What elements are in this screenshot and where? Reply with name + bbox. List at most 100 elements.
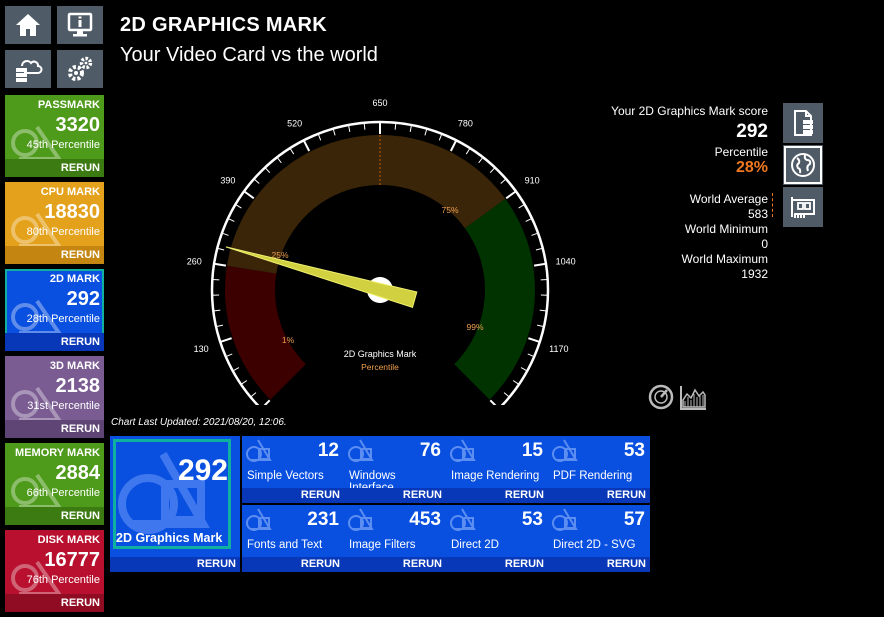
gauge-tick xyxy=(232,367,240,372)
tile-percentile: 76th Percentile xyxy=(26,574,100,586)
gauge-tick xyxy=(531,232,539,236)
shapes-icon xyxy=(246,508,272,531)
gauge-band xyxy=(226,134,506,274)
gauge-tick xyxy=(438,133,443,141)
home-button[interactable] xyxy=(5,6,51,44)
subtest-rerun-button[interactable]: RERUN xyxy=(548,488,650,503)
world-compare-button[interactable] xyxy=(783,145,823,185)
gauge-tick xyxy=(478,156,484,164)
tile-percentile: 45th Percentile xyxy=(26,139,100,151)
globe-icon xyxy=(791,153,815,177)
subtest-rerun-button[interactable]: RERUN xyxy=(344,488,446,503)
subtest-value: 76 xyxy=(419,440,441,461)
area-chart-view-button[interactable] xyxy=(679,383,707,411)
subtest-rerun-button[interactable]: RERUN xyxy=(344,557,446,572)
system-info-icon xyxy=(67,12,93,37)
video-card-icon xyxy=(791,197,815,218)
page-subtitle: Your Video Card vs the world xyxy=(120,44,378,66)
world-minimum-label: World Minimum xyxy=(684,222,768,236)
tile-title: 2D MARK xyxy=(49,273,100,285)
subtest-tile[interactable]: 12 Simple Vectors RERUN xyxy=(242,436,344,503)
tile-rerun-button[interactable]: RERUN xyxy=(5,507,104,525)
subtest-value: 53 xyxy=(623,440,645,461)
tile-rerun-button[interactable]: RERUN xyxy=(5,246,104,264)
world-average-value: 583 xyxy=(747,207,768,221)
tile-value: 3320 xyxy=(55,114,101,136)
subtest-tile[interactable]: 15 Image Rendering RERUN xyxy=(446,436,548,503)
shapes-icon xyxy=(552,508,578,531)
tile-title: MEMORY MARK xyxy=(15,447,100,459)
gauge-tick xyxy=(263,399,271,405)
system-info-button[interactable] xyxy=(57,6,103,44)
subtest-rerun-button[interactable]: RERUN xyxy=(242,488,344,503)
gauge-percentile-label: 1% xyxy=(282,335,295,345)
gauge-tick xyxy=(527,353,535,358)
subtest-value: 53 xyxy=(521,509,543,530)
subtest-rerun-button[interactable]: RERUN xyxy=(242,557,344,572)
tile-title: DISK MARK xyxy=(37,534,100,546)
percentile-label: Percentile xyxy=(714,145,768,159)
subtest-rerun-button[interactable]: RERUN xyxy=(446,557,548,572)
tile-disk-mark[interactable]: DISK MARK 16777 76th Percentile RERUN xyxy=(5,530,104,612)
gauge-tick xyxy=(276,156,282,164)
gauge-tick xyxy=(500,178,507,184)
percentile-gauge: 01302603905206507809101040117013001%25%7… xyxy=(187,98,576,405)
gauge-icon xyxy=(648,384,674,410)
tile-rerun-button[interactable]: RERUN xyxy=(5,159,104,177)
subtest-value: 453 xyxy=(409,509,441,530)
subtest-name: Fonts and Text xyxy=(247,539,323,551)
subtest-tile[interactable]: 231 Fonts and Text RERUN xyxy=(242,505,344,572)
report-button[interactable] xyxy=(783,103,823,143)
world-maximum-label: World Maximum xyxy=(681,252,768,266)
subtest-tile[interactable]: 53 PDF Rendering RERUN xyxy=(548,436,650,503)
settings-icon xyxy=(68,56,93,81)
tile-title: 3D MARK xyxy=(49,360,100,372)
subtest-tile[interactable]: 53 Direct 2D RERUN xyxy=(446,505,548,572)
summary-rerun-button[interactable]: RERUN xyxy=(110,557,240,572)
subtest-tile[interactable]: 76Windows InterfaceRERUN xyxy=(344,436,446,503)
gauge-center-sublabel: Percentile xyxy=(361,362,399,372)
gauge-tick xyxy=(449,139,458,152)
gauge-tick xyxy=(533,262,547,267)
world-maximum-value: 1932 xyxy=(741,267,768,281)
tile-value: 18830 xyxy=(44,201,100,223)
percentile-value: 28% xyxy=(735,159,768,176)
gauge-tick xyxy=(289,147,295,155)
subtest-rerun-button[interactable]: RERUN xyxy=(446,488,548,503)
gauge-tick xyxy=(512,380,520,385)
tile-2d-mark[interactable]: 2D MARK 292 28th Percentile RERUN xyxy=(5,269,104,351)
gauge-tick xyxy=(227,218,235,222)
area-chart-icon xyxy=(680,386,706,410)
subtest-tile[interactable]: 57 Direct 2D - SVG RERUN xyxy=(548,505,650,572)
gauge-tick-label: 1170 xyxy=(549,344,568,354)
tile-memory-mark[interactable]: MEMORY MARK 2884 66th Percentile RERUN xyxy=(5,443,104,525)
tile-rerun-button[interactable]: RERUN xyxy=(5,333,104,351)
subtest-name: Direct 2D xyxy=(451,539,499,551)
gauge-tick xyxy=(394,122,397,130)
gauge-tick-label: 260 xyxy=(187,257,202,267)
tile-value: 2138 xyxy=(55,375,101,397)
summary-label: 2D Graphics Mark xyxy=(116,531,223,545)
subtest-value: 57 xyxy=(623,509,645,530)
settings-button[interactable] xyxy=(57,50,103,88)
gauge-view-button[interactable] xyxy=(647,383,675,411)
gauge-percentile-label: 75% xyxy=(441,205,458,215)
tile-cpu-mark[interactable]: CPU MARK 18830 80th Percentile RERUN xyxy=(5,182,104,264)
gauge-tick xyxy=(465,147,471,155)
home-icon xyxy=(16,14,40,36)
cloud-database-button[interactable] xyxy=(5,50,51,88)
tile-passmark[interactable]: PASSMARK 3320 45th Percentile RERUN xyxy=(5,95,104,177)
gauge-tick xyxy=(213,262,227,267)
tile-rerun-button[interactable]: RERUN xyxy=(5,594,104,612)
tile-rerun-button[interactable]: RERUN xyxy=(5,420,104,438)
tile-title: CPU MARK xyxy=(40,186,100,198)
subtest-rerun-button[interactable]: RERUN xyxy=(548,557,650,572)
summary-tile[interactable]: 292 2D Graphics Mark RERUN xyxy=(110,436,240,572)
world-minimum-value: 0 xyxy=(761,237,768,251)
tile-3d-mark[interactable]: 3D MARK 2138 31st Percentile RERUN xyxy=(5,356,104,438)
subtest-name: PDF Rendering xyxy=(553,470,633,482)
cloud-database-icon xyxy=(16,60,43,82)
subtest-name: Image Filters xyxy=(349,539,416,551)
subtest-tile[interactable]: 453 Image Filters RERUN xyxy=(344,505,446,572)
video-card-button[interactable] xyxy=(783,187,823,227)
